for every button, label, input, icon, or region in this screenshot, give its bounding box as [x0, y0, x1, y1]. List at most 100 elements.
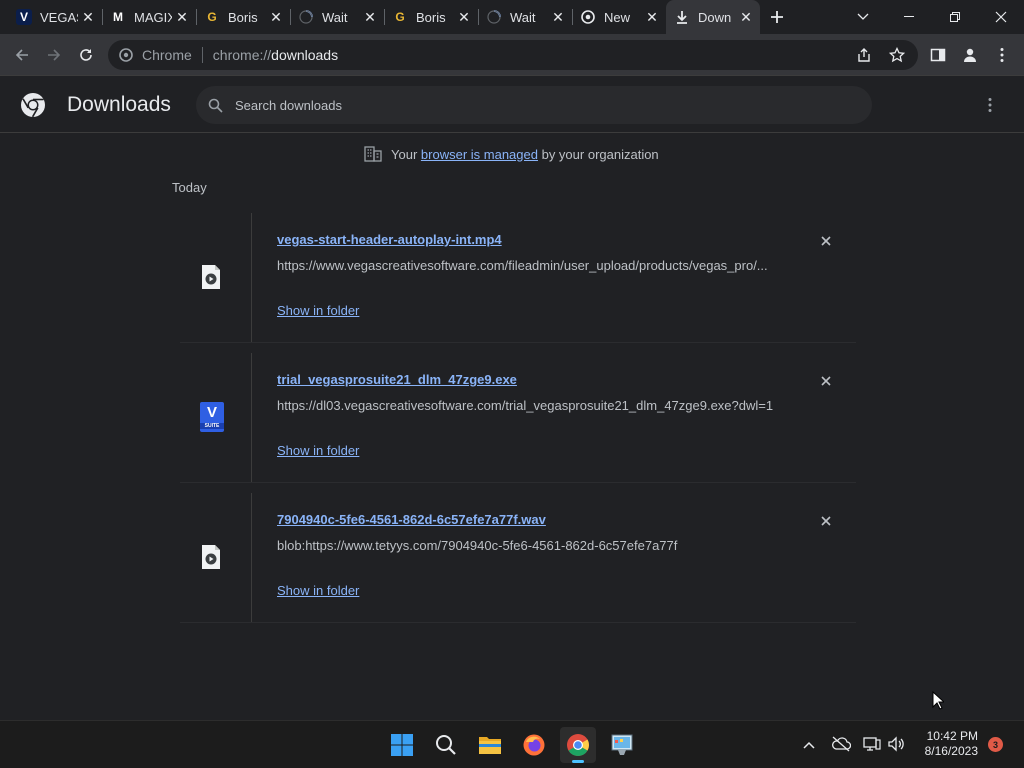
chevron-up-icon: [803, 741, 815, 749]
star-icon: [888, 46, 906, 63]
address-bar[interactable]: Chrome chrome://downloads: [108, 40, 918, 70]
profile-button[interactable]: [957, 42, 983, 68]
close-icon: [821, 516, 831, 526]
kebab-menu-icon: [988, 98, 992, 112]
url-text: chrome://downloads: [213, 47, 338, 63]
restore-icon: [950, 12, 960, 22]
notification-badge[interactable]: 3: [988, 737, 1003, 752]
browser-tab[interactable]: Wait ✕: [478, 0, 573, 34]
windows-taskbar: 10:42 PM 8/16/2023 3: [0, 720, 1024, 768]
file-explorer-button[interactable]: [472, 727, 508, 763]
tab-search-button[interactable]: [840, 0, 886, 34]
vegas-suite-icon: V SUITE: [200, 402, 224, 432]
download-filename-link[interactable]: 7904940c-5fe6-4561-862d-6c57efe7a77f.wav: [277, 512, 546, 527]
tab-close-button[interactable]: ✕: [644, 9, 660, 25]
search-taskbar-button[interactable]: [428, 727, 464, 763]
close-icon: [821, 376, 831, 386]
tab-close-button[interactable]: ✕: [268, 9, 284, 25]
clock-date: 8/16/2023: [924, 744, 978, 758]
magix-m-icon: M: [113, 10, 123, 24]
paint-icon: [611, 734, 633, 755]
bookmark-button[interactable]: [888, 46, 906, 68]
mouse-cursor-icon: [932, 691, 944, 710]
new-tab-button[interactable]: [765, 5, 789, 29]
cloud-offline-icon: [832, 736, 852, 752]
browser-tab[interactable]: M MAGIX ✕: [102, 0, 197, 34]
minimize-button[interactable]: [886, 0, 932, 34]
paint-app-button[interactable]: [604, 727, 640, 763]
chrome-icon: [567, 734, 589, 756]
card-divider: [180, 342, 856, 343]
firefox-icon: [523, 734, 545, 756]
chevron-down-icon: [857, 13, 869, 20]
close-window-button[interactable]: [978, 0, 1024, 34]
tab-close-button[interactable]: ✕: [456, 9, 472, 25]
search-downloads-box[interactable]: [196, 86, 872, 124]
download-item: vegas-start-header-autoplay-int.mp4 http…: [180, 213, 856, 343]
chrome-taskbar-button[interactable]: [560, 727, 596, 763]
loading-spinner-icon: [298, 9, 314, 25]
close-icon: [995, 11, 1007, 23]
browser-tab[interactable]: New ✕: [572, 0, 666, 34]
tab-close-button[interactable]: ✕: [362, 9, 378, 25]
download-source-url: https://dl03.vegascreativesoftware.com/t…: [277, 398, 774, 413]
download-filename-link[interactable]: vegas-start-header-autoplay-int.mp4: [277, 232, 502, 247]
close-icon: [821, 236, 831, 246]
browser-tab[interactable]: Down ✕: [666, 0, 760, 34]
arrow-right-icon: [48, 49, 61, 61]
file-icon-column: [180, 213, 252, 343]
browser-tab[interactable]: G Boris ✕: [196, 0, 291, 34]
managed-suffix: by your organization: [541, 146, 659, 162]
remove-download-button[interactable]: [816, 231, 836, 251]
restore-button[interactable]: [932, 0, 978, 34]
download-item: 7904940c-5fe6-4561-862d-6c57efe7a77f.wav…: [180, 493, 856, 623]
windows-logo-icon: [391, 734, 413, 756]
search-input[interactable]: [235, 97, 835, 113]
downloads-menu-button[interactable]: [980, 95, 1000, 115]
chrome-menu-button[interactable]: [989, 42, 1015, 68]
vegas-suite-letter: V: [206, 404, 217, 421]
network-button[interactable]: [863, 736, 881, 757]
browser-toolbar: Chrome chrome://downloads: [0, 34, 1024, 76]
firefox-button[interactable]: [516, 727, 552, 763]
tab-close-button[interactable]: ✕: [550, 9, 566, 25]
media-file-icon: [202, 545, 220, 569]
show-in-folder-link[interactable]: Show in folder: [277, 583, 359, 598]
download-source-url: https://www.vegascreativesoftware.com/fi…: [277, 258, 768, 273]
download-source-url: blob:https://www.tetyys.com/7904940c-5fe…: [277, 538, 678, 553]
volume-button[interactable]: [887, 736, 905, 757]
forward-button[interactable]: [41, 42, 67, 68]
tab-strip: VVEGAS✕MMAGIX✕GBoris✕Wait✕GBoris✕Wait✕Ne…: [0, 0, 1024, 34]
tab-close-button[interactable]: ✕: [174, 9, 190, 25]
network-icon: [863, 737, 881, 751]
managed-link[interactable]: browser is managed: [421, 147, 538, 162]
back-button[interactable]: [9, 42, 35, 68]
page-title: Downloads: [67, 93, 171, 116]
side-panel-button[interactable]: [925, 42, 951, 68]
browser-tab[interactable]: G Boris ✕: [384, 0, 479, 34]
tab-title: MAGIX: [134, 9, 172, 25]
url-host: downloads: [271, 47, 339, 63]
remove-download-button[interactable]: [816, 511, 836, 531]
plus-icon: [771, 11, 783, 23]
tab-title: Boris: [416, 9, 446, 25]
show-in-folder-link[interactable]: Show in folder: [277, 443, 359, 458]
reload-button[interactable]: [73, 42, 99, 68]
folder-icon: [479, 737, 501, 754]
browser-tab[interactable]: V VEGAS✕: [8, 0, 103, 34]
show-hidden-icons-button[interactable]: [800, 737, 818, 753]
onedrive-button[interactable]: [831, 736, 852, 757]
download-filename-link[interactable]: trial_vegasprosuite21_dlm_47zge9.exe: [277, 372, 517, 387]
loading-spinner-icon: [486, 9, 502, 25]
start-button[interactable]: [384, 727, 420, 763]
share-button[interactable]: [856, 47, 872, 68]
show-in-folder-link[interactable]: Show in folder: [277, 303, 359, 318]
url-prefix: chrome://: [212, 47, 272, 63]
browser-tab[interactable]: Wait ✕: [290, 0, 385, 34]
tab-title: New: [604, 9, 631, 25]
date-group-label: Today: [172, 180, 207, 195]
tab-close-button[interactable]: ✕: [80, 9, 96, 25]
system-clock[interactable]: 10:42 PM 8/16/2023: [918, 729, 978, 759]
remove-download-button[interactable]: [816, 371, 836, 391]
tab-close-button[interactable]: ✕: [738, 9, 754, 25]
